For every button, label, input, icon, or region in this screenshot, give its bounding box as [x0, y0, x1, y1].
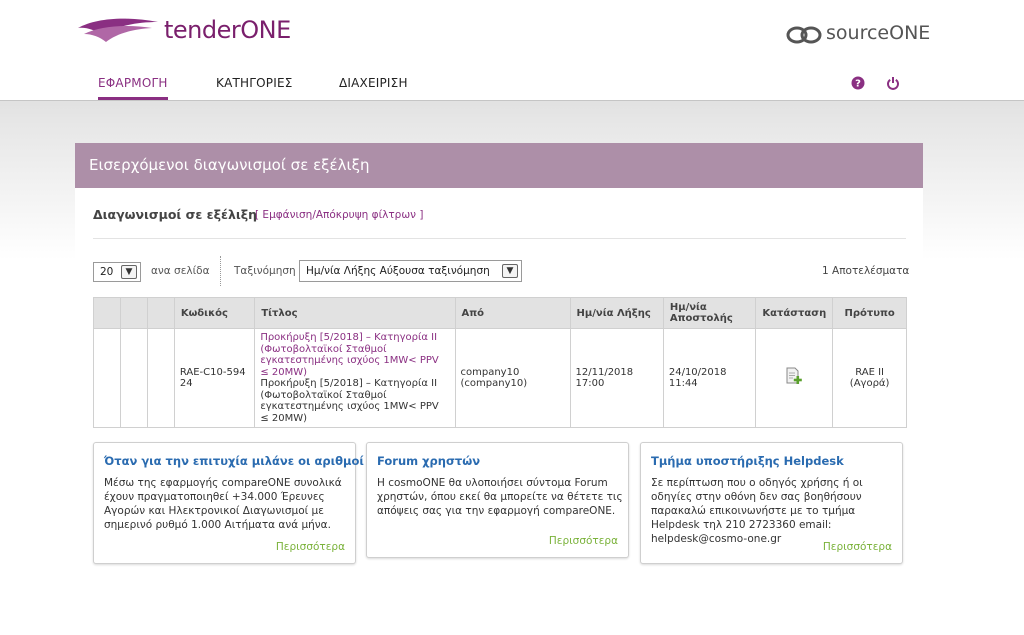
column-header-status[interactable]: Κατάσταση — [755, 297, 834, 329]
column-header-from[interactable]: Από — [454, 297, 571, 329]
infinity-ring-icon — [786, 26, 822, 44]
power-icon[interactable] — [886, 76, 900, 90]
sort-select[interactable]: Ημ/νία Λήξης Αύξουσα ταξινόμηση ▼ — [299, 260, 522, 282]
swoosh-logo-icon — [78, 18, 158, 42]
empty-cell — [119, 328, 149, 428]
cell-title: Προκήρυξη [5/2018] – Κατηγορία ΙΙ (Φωτοβ… — [254, 328, 456, 428]
info-card-helpdesk: Τμήμα υποστήριξης Helpdesk Σε περίπτωση … — [640, 442, 903, 564]
panel-header: Εισερχόμενοι διαγωνισμοί σε εξέλιξη — [75, 143, 923, 188]
more-link[interactable]: Περισσότερα — [823, 541, 892, 553]
nav-item-katigories[interactable]: ΚΑΤΗΓΟΡΙΕΣ — [216, 76, 293, 100]
logo-text-plain: tender — [164, 16, 241, 44]
column-header-due-date[interactable]: Ημ/νία Λήξης — [569, 297, 664, 329]
cell-from: company10 (company10) — [454, 328, 571, 428]
card-title: Forum χρηστών — [377, 454, 481, 468]
top-header: tenderONE sourceONE ΕΦΑΡΜΟΓΗ ΚΑΤΗΓΟΡΙΕΣ … — [0, 0, 1024, 101]
dotted-separator — [220, 256, 221, 286]
column-header-blank — [93, 297, 121, 329]
help-icon[interactable]: ? — [851, 76, 865, 90]
table-row[interactable]: RAE-C10-59424 Προκήρυξη [5/2018] – Κατηγ… — [93, 328, 907, 428]
cell-sent-date: 24/10/2018 11:44 — [662, 328, 757, 428]
tenderone-wordmark: tenderONE — [164, 16, 291, 44]
sort-value: Ημ/νία Λήξης Αύξουσα ταξινόμηση — [306, 265, 490, 277]
cell-status — [755, 328, 834, 428]
card-title: Τμήμα υποστήριξης Helpdesk — [651, 454, 844, 468]
more-link[interactable]: Περισσότερα — [276, 541, 345, 553]
tender-title-link[interactable]: Προκήρυξη [5/2018] – Κατηγορία ΙΙ (Φωτοβ… — [260, 332, 449, 378]
chevron-down-icon: ▼ — [502, 264, 518, 278]
nav-item-diaxeirisi[interactable]: ΔΙΑΧΕΙΡΙΣΗ — [339, 76, 408, 100]
svg-text:?: ? — [855, 79, 861, 90]
page-size-select[interactable]: 20 ▼ — [93, 262, 141, 282]
more-link[interactable]: Περισσότερα — [549, 535, 618, 547]
toggle-filters-link[interactable]: [ Εμφάνιση/Απόκρυψη φίλτρων ] — [255, 209, 423, 221]
page-size-value: 20 — [100, 266, 114, 278]
column-header-title[interactable]: Τίτλος — [254, 297, 456, 329]
card-title: Όταν για την επιτυχία μιλάνε οι αριθμοί — [104, 454, 364, 468]
logo-text-bold: ONE — [889, 22, 931, 44]
column-header-sent-date[interactable]: Ημ/νία Αποστολής — [662, 297, 757, 329]
sort-label: Ταξινόμηση — [234, 265, 296, 277]
logo-text-plain: source — [826, 22, 890, 44]
empty-cell — [93, 328, 121, 428]
card-body: Σε περίπτωση που ο οδηγός χρήσης ή οι οδ… — [651, 477, 863, 545]
column-header-blank — [119, 297, 149, 329]
main-panel: Εισερχόμενοι διαγωνισμοί σε εξέλιξη Διαγ… — [75, 143, 923, 635]
column-header-blank — [147, 297, 175, 329]
column-header-code[interactable]: Κωδικός — [173, 297, 256, 329]
card-body: Μέσω της εφαρμογής compareONE συνολικά έ… — [104, 477, 342, 531]
info-card-numbers: Όταν για την επιτυχία μιλάνε οι αριθμοί … — [93, 442, 364, 564]
cell-due-date: 12/11/2018 17:00 — [569, 328, 664, 428]
section-title: Διαγωνισμοί σε εξέλιξη — [93, 207, 258, 222]
logo-text-bold: ONE — [240, 16, 291, 44]
divider — [93, 238, 906, 239]
nav-item-efarmogi[interactable]: ΕΦΑΡΜΟΓΗ — [98, 76, 168, 100]
empty-cell — [147, 328, 175, 428]
cell-template: RAE II (Αγορά) — [832, 328, 907, 428]
column-header-template[interactable]: Πρότυπο — [832, 297, 907, 329]
add-document-icon[interactable] — [785, 367, 803, 385]
results-count: 1 Αποτελέσματα — [822, 265, 910, 277]
info-card-forum: Forum χρηστών Η cosmoONE θα υλοποιήσει σ… — [366, 442, 629, 558]
card-body: Η cosmoONE θα υλοποιήσει σύντομα Forum χ… — [377, 477, 623, 517]
tender-title-text: Προκήρυξη [5/2018] – Κατηγορία ΙΙ (Φωτοβ… — [260, 378, 439, 424]
chevron-down-icon: ▼ — [121, 265, 137, 279]
sourceone-wordmark: sourceONE — [826, 22, 930, 44]
tenders-table: Κωδικός Τίτλος Από Ημ/νία Λήξης Ημ/νία Α… — [93, 297, 907, 428]
table-header-row: Κωδικός Τίτλος Από Ημ/νία Λήξης Ημ/νία Α… — [93, 297, 907, 329]
cell-code: RAE-C10-59424 — [173, 328, 256, 428]
per-page-label: ανα σελίδα — [151, 265, 210, 277]
panel-title: Εισερχόμενοι διαγωνισμοί σε εξέλιξη — [89, 156, 370, 174]
